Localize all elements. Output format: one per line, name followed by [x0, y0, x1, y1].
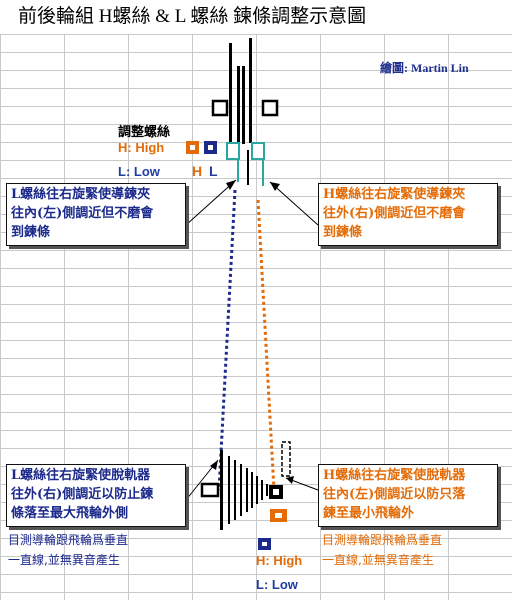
- orange-dotted-chain-line: [256, 199, 276, 491]
- note-front-l-screw: L螺絲往右旋緊使導鍊夾 往內(左)側調近但不磨會 到鍊條: [6, 183, 186, 246]
- hint-right: 目測導輪跟飛輪爲垂直 一直線,並無異音產生: [322, 533, 443, 567]
- note-rear-l-screw: L螺絲往右旋緊使脫軌器 往外(右)側調近以防止鍊 條落至最大飛輪外側: [6, 464, 186, 527]
- credit-label: 繪圖: Martin Lin: [380, 61, 469, 75]
- bottom-high-label: H: High: [256, 553, 303, 568]
- rear-derailleur-dashed: [281, 441, 291, 477]
- arrow-front-h: [269, 181, 319, 226]
- top-low-label: L: Low: [118, 164, 160, 179]
- rear-pulley-center: [273, 489, 279, 495]
- front-chainring-left-inner: [237, 66, 240, 144]
- front-right-bolt: [261, 99, 279, 117]
- rear-cassette: [220, 450, 268, 530]
- h-letter-label: H: [192, 163, 203, 179]
- front-cage-left-line: [237, 159, 239, 182]
- note-rear-h-screw: H螺絲往右旋緊使脫軌器 往內(左)側調近以防只落 鍊至最小飛輪外: [318, 464, 498, 527]
- adjust-screw-label: 調整螺絲: [118, 125, 171, 140]
- top-high-label: H: High: [118, 140, 165, 155]
- front-chainring-right-inner: [242, 66, 245, 144]
- top-high-screw-center: [190, 145, 195, 150]
- bottom-high-screw-center: [275, 513, 282, 518]
- front-cage-right-line: [262, 159, 264, 186]
- note-front-h-screw: H螺絲往右旋緊使導鍊夾 往外(右)側調近但不磨會 到鍊條: [318, 183, 498, 246]
- blue-dotted-chain-line: [217, 189, 237, 491]
- l-letter-label: L: [209, 163, 218, 179]
- front-cage-left-box: [226, 142, 240, 160]
- front-chainring-left-outer: [229, 43, 232, 143]
- front-chainring-right-outer: [249, 38, 252, 143]
- rear-axle-bolt: [200, 482, 220, 498]
- front-cage-mid-line: [247, 150, 249, 185]
- front-cage-right-box: [251, 142, 265, 160]
- arrow-front-l-head: [226, 180, 236, 190]
- bottom-low-screw-center: [262, 542, 267, 546]
- front-left-bolt: [211, 99, 229, 117]
- top-low-screw-center: [208, 145, 213, 150]
- hint-left: 目測導輪跟飛輪爲垂直 一直線,並無異音產生: [8, 533, 129, 567]
- bottom-low-label: L: Low: [256, 577, 298, 592]
- arrow-rear-h-head: [286, 476, 294, 484]
